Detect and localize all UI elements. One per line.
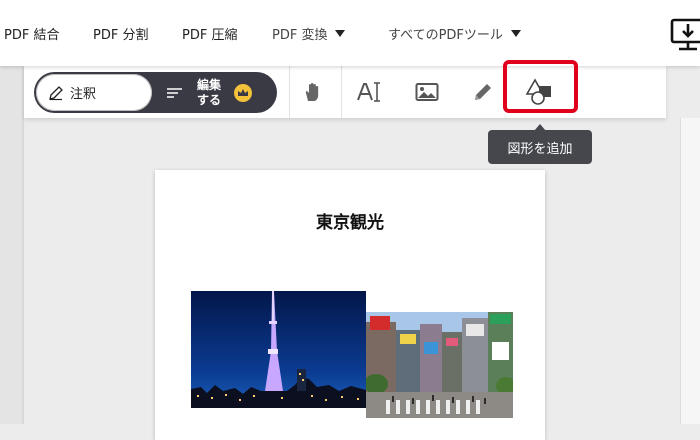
nav-convert-pdf-label: PDF 変換 [272, 28, 328, 43]
edit-mode-button[interactable]: 編集 する [166, 72, 252, 113]
left-gutter [0, 66, 24, 424]
caret-down-icon [510, 30, 521, 37]
crown-icon [234, 83, 252, 102]
nav-merge-pdf[interactable]: PDF 結合 [4, 24, 59, 43]
pencil-icon [475, 84, 491, 100]
right-side-panel [680, 118, 700, 424]
document-title[interactable]: 東京観光 [155, 208, 545, 233]
annotate-mode-button[interactable]: 注釈 [36, 74, 152, 111]
nav-all-pdf-tools-label: すべてのPDFツール [388, 28, 503, 43]
nav-convert-pdf-dropdown[interactable]: PDF 変換 [272, 24, 346, 43]
toolbar-divider [289, 66, 290, 118]
pdf-page: 東京観光 [155, 170, 545, 440]
shibuya-crossing-photo[interactable] [366, 312, 513, 418]
download-monitor-icon[interactable] [668, 16, 700, 54]
add-shape-highlight [503, 60, 578, 113]
nav-compress-pdf-label: PDF 圧縮 [182, 28, 238, 43]
nav-compress-pdf[interactable]: PDF 圧縮 [182, 24, 237, 43]
text-lines-icon [167, 87, 182, 98]
edit-label-line1: 編集 [196, 77, 221, 92]
nav-all-pdf-tools-dropdown[interactable]: すべてのPDFツール [388, 24, 521, 43]
draw-button[interactable] [461, 72, 505, 112]
add-text-button[interactable] [347, 72, 391, 112]
nav-split-pdf[interactable]: PDF 分割 [93, 24, 148, 43]
pen-icon [49, 85, 63, 100]
nav-merge-pdf-label: PDF 結合 [4, 28, 60, 43]
mode-toggle[interactable]: 注釈 編集 する [34, 72, 277, 113]
edit-label: 編集 する [192, 78, 226, 108]
nav-split-pdf-label: PDF 分割 [93, 28, 149, 43]
hand-tool-button[interactable] [291, 72, 335, 112]
edit-label-line2: する [196, 92, 221, 107]
toolbar-divider [341, 66, 342, 118]
add-text-icon [357, 82, 380, 102]
hand-icon [305, 83, 319, 101]
image-icon [415, 83, 439, 101]
left-gutter-edge [22, 66, 24, 424]
add-image-button[interactable] [405, 72, 449, 112]
annotate-label: 注釈 [70, 87, 97, 102]
caret-down-icon [335, 30, 346, 37]
tokyo-skytree-night-photo[interactable] [191, 291, 366, 408]
add-shape-tooltip: 図形を追加 [488, 130, 592, 164]
tooltip-text: 図形を追加 [507, 141, 573, 157]
top-navigation: PDF 結合 PDF 分割 PDF 圧縮 PDF 変換 すべてのPDFツール [0, 0, 700, 66]
